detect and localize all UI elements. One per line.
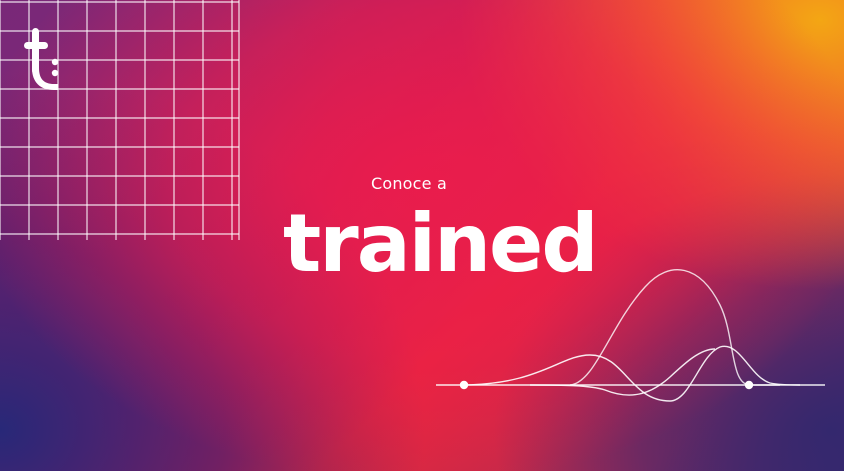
hero-banner: Conoce a trained xyxy=(0,0,844,471)
intro-text: Conoce a xyxy=(370,174,448,193)
trained-t-icon xyxy=(24,28,59,90)
wave-curves-icon xyxy=(436,269,825,402)
